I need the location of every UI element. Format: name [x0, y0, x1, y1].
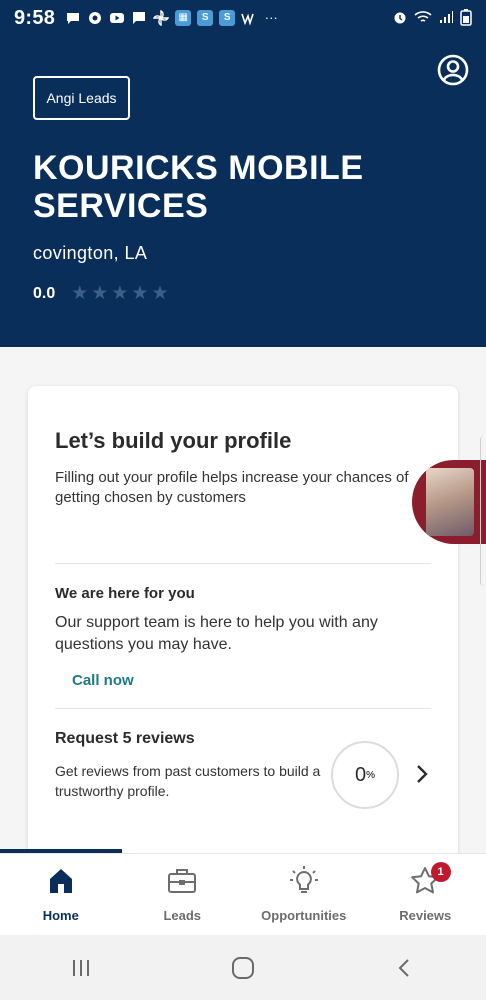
- chat-icon: [65, 10, 81, 26]
- rating-stars: ★ ★ ★ ★ ★: [71, 284, 168, 304]
- nav-item-opportunities[interactable]: Opportunities: [243, 854, 365, 935]
- brand-badge: Angi Leads: [33, 76, 130, 120]
- briefcase-icon: [165, 864, 199, 898]
- profile-header: Angi Leads KOURICKS MOBILE SERVICES covi…: [0, 36, 486, 347]
- signal-icon: [438, 9, 454, 28]
- edge-panel-handle[interactable]: [480, 436, 486, 586]
- request-reviews-title: Request 5 reviews: [55, 730, 195, 747]
- nav-item-leads[interactable]: Leads: [122, 854, 244, 935]
- message-icon: [131, 10, 147, 26]
- company-name: KOURICKS MOBILE SERVICES: [33, 149, 364, 225]
- more-icon: ···: [264, 10, 278, 25]
- star-icon: ★: [131, 283, 149, 304]
- status-bar: 9:58 ▦ S S ···: [0, 0, 486, 36]
- support-title: We are here for you: [55, 585, 195, 602]
- nav-item-home[interactable]: Home: [0, 854, 122, 935]
- request-reviews-text: Get reviews from past customers to build…: [55, 763, 321, 799]
- back-icon[interactable]: [385, 948, 425, 988]
- notification-badge: 1: [430, 862, 451, 882]
- bubble-thumbnail: [426, 468, 474, 536]
- pinwheel-icon: [153, 9, 170, 27]
- nav-label: Leads: [163, 908, 202, 923]
- bottom-nav: Home Leads Opportunities 1 Reviews: [0, 853, 486, 935]
- profile-card: Let’s build your profile Filling out you…: [28, 386, 458, 866]
- company-location: covington, LA: [33, 243, 148, 263]
- nav-item-reviews[interactable]: 1 Reviews: [365, 854, 486, 935]
- reviews-progress-ring: 0%: [331, 741, 399, 809]
- status-time: 9:58: [14, 6, 56, 29]
- card-title: Let’s build your profile: [55, 428, 292, 453]
- alarm-icon: [392, 9, 408, 28]
- star-icon: ★: [111, 283, 129, 304]
- divider: [55, 563, 431, 564]
- home-icon: [44, 864, 78, 898]
- home-circle-icon[interactable]: [223, 948, 263, 988]
- progress-unit: %: [366, 769, 376, 781]
- support-text: Our support team is here to help you wit…: [55, 614, 378, 653]
- battery-icon: [460, 8, 472, 29]
- notification-icons: ▦ S S ···: [65, 9, 279, 27]
- rating-value: 0.0: [33, 285, 56, 302]
- app-icon: ▦: [175, 10, 192, 26]
- floating-media-bubble[interactable]: [412, 460, 486, 544]
- wordpress-icon: [241, 10, 257, 26]
- settings-icon: [87, 10, 103, 26]
- youtube-icon: [109, 10, 125, 26]
- star-icon: ★: [71, 283, 89, 304]
- account-icon[interactable]: [437, 54, 469, 86]
- chevron-right-icon[interactable]: [413, 761, 431, 787]
- system-nav-bar: [0, 935, 486, 1000]
- star-icon: ★: [91, 283, 109, 304]
- nav-label: Reviews: [399, 908, 452, 923]
- star-icon: ★: [151, 283, 169, 304]
- call-now-link[interactable]: Call now: [72, 672, 134, 689]
- card-subtitle: Filling out your profile helps increase …: [55, 469, 409, 506]
- rating: 0.0 ★ ★ ★ ★ ★: [33, 284, 168, 304]
- nav-label: Opportunities: [261, 908, 347, 923]
- lightbulb-icon: [287, 864, 321, 898]
- nav-label: Home: [42, 908, 79, 923]
- app-icon: S: [219, 10, 236, 26]
- system-status-icons: [392, 8, 472, 29]
- divider: [55, 708, 431, 709]
- progress-value: 0: [354, 763, 367, 786]
- app-icon: S: [197, 10, 214, 26]
- recent-apps-icon[interactable]: [61, 948, 101, 988]
- wifi-icon: [414, 9, 432, 28]
